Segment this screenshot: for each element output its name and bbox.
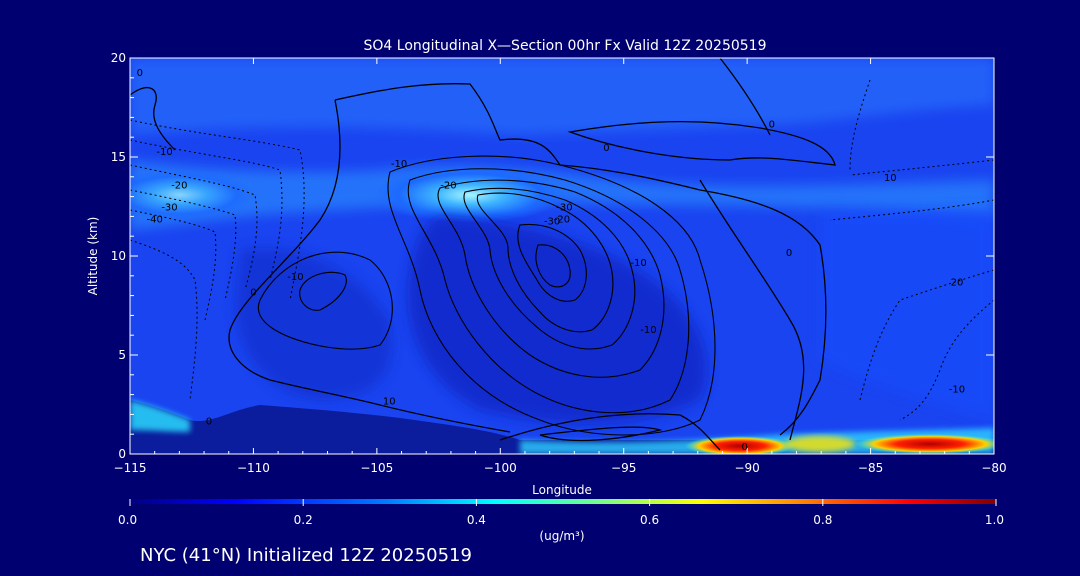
- contour-label: -10: [156, 147, 172, 158]
- contour-label: 20: [951, 278, 964, 289]
- contour-label: -30: [161, 202, 177, 213]
- y-tick-label: 10: [111, 249, 126, 263]
- footer-caption: NYC (41°N) Initialized 12Z 20250519: [140, 545, 472, 566]
- contour-label: -20: [440, 181, 456, 192]
- y-tick-label: 5: [118, 348, 126, 362]
- x-tick-label: −110: [237, 461, 270, 475]
- x-tick-label: −90: [734, 461, 759, 475]
- y-tick-label: 20: [111, 51, 126, 65]
- x-tick-label: −95: [611, 461, 636, 475]
- x-tick-label: −115: [114, 461, 147, 475]
- contour-label: -10: [287, 272, 303, 283]
- colorbar-units-label: (ug/m³): [539, 529, 584, 543]
- y-tick-label: 0: [118, 447, 126, 461]
- contour-label: -10: [949, 385, 965, 396]
- x-tick-label: −100: [484, 461, 517, 475]
- hotspot-midwest: [685, 436, 795, 454]
- contour-label: -10: [391, 159, 407, 170]
- contour-label: -20: [554, 214, 570, 225]
- sulfate-cross-section-figure: SO4 Longitudinal X—Section 00hr Fx Valid…: [86, 38, 1007, 566]
- contour-label: 10: [383, 397, 396, 408]
- contour-label: 0: [786, 248, 792, 259]
- yellow-surface-patch: [785, 436, 855, 452]
- contour-label: 0: [603, 143, 609, 154]
- contour-label: -40: [147, 214, 163, 225]
- x-tick-label: −85: [858, 461, 883, 475]
- x-tick-label: −105: [360, 461, 393, 475]
- y-tick-label: 15: [111, 150, 126, 164]
- contour-label: -20: [171, 181, 187, 192]
- chart-title: SO4 Longitudinal X—Section 00hr Fx Valid…: [364, 38, 767, 54]
- contour-label: 0: [206, 416, 212, 427]
- x-axis-label: Longitude: [532, 483, 592, 497]
- x-tick-label: −80: [981, 461, 1006, 475]
- colorbar: [130, 499, 996, 504]
- contour-label: 0: [137, 68, 143, 79]
- west-highlight: [130, 170, 255, 220]
- colorbar-tick-label: 0.4: [467, 513, 486, 527]
- concentration-field: [130, 58, 994, 454]
- contour-label: 10: [884, 173, 897, 184]
- y-axis-label: Altitude (km): [86, 217, 100, 296]
- colorbar-tick-label: 0.2: [294, 513, 313, 527]
- hotspot-east: [855, 434, 994, 454]
- jet-core-highlight: [375, 167, 565, 223]
- contour-label: 0: [769, 119, 775, 130]
- contour-label: 0: [250, 288, 256, 299]
- contour-label: -30: [556, 202, 572, 213]
- contour-label: 0: [741, 442, 747, 453]
- colorbar-tick-label: 0.8: [813, 513, 832, 527]
- contour-label: -10: [640, 325, 656, 336]
- colorbar-tick-label: 0.6: [640, 513, 659, 527]
- contour-label: -10: [630, 258, 646, 269]
- colorbar-tick-label: 0.0: [118, 513, 137, 527]
- colorbar-tick-label: 1.0: [985, 513, 1004, 527]
